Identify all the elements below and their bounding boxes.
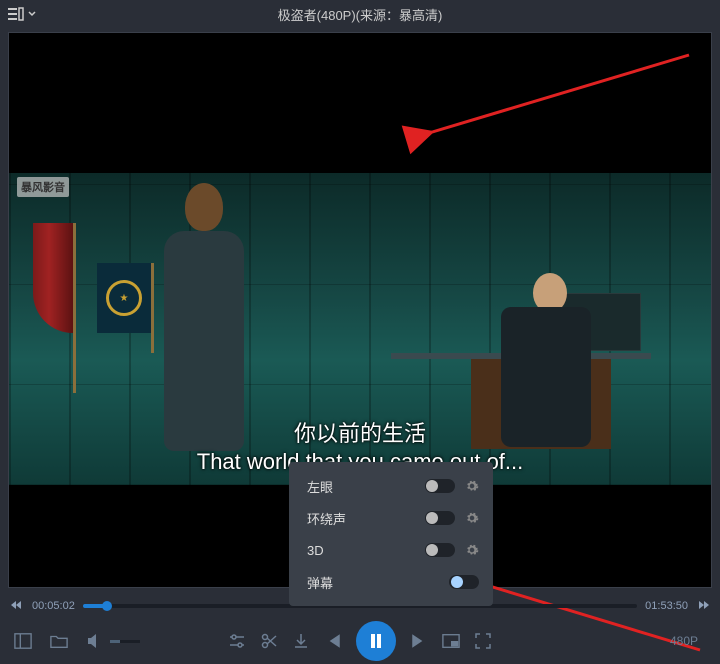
playlist-panel-button[interactable] xyxy=(14,632,32,650)
tune-icon xyxy=(228,632,246,650)
control-bar: 480P xyxy=(0,618,720,664)
volume-track[interactable] xyxy=(110,640,140,643)
popup-label: 弹幕 xyxy=(307,573,355,592)
next-track-button[interactable] xyxy=(410,632,428,650)
time-current: 00:05:02 xyxy=(32,600,75,612)
pip-button[interactable] xyxy=(442,632,460,650)
playlist-button[interactable] xyxy=(8,7,36,21)
toggle-surround[interactable] xyxy=(425,511,455,525)
popup-row-left-eye: 左眼 xyxy=(307,470,479,502)
window-title: 极盗者(480P)(来源：暴高清) xyxy=(278,5,443,24)
subtitle-cn: 你以前的生活 xyxy=(9,420,711,449)
forward-icon xyxy=(698,599,710,611)
gear-icon xyxy=(465,479,479,493)
pause-icon xyxy=(368,633,384,649)
volume-icon xyxy=(86,632,104,650)
gear-surround[interactable] xyxy=(465,511,479,525)
play-pause-button[interactable] xyxy=(356,621,396,661)
seek-back-button[interactable] xyxy=(8,599,24,614)
progress-knob[interactable] xyxy=(102,601,112,611)
popup-row-danmu: 弹幕 xyxy=(307,566,479,598)
scene-flag xyxy=(33,223,79,393)
playlist-icon xyxy=(8,7,24,21)
seek-forward-button[interactable] xyxy=(696,599,712,614)
time-total: 01:53:50 xyxy=(645,600,688,612)
scene-seal-flag: ★ xyxy=(97,263,157,353)
toggle-3d[interactable] xyxy=(425,543,455,557)
toggle-left-eye[interactable] xyxy=(425,479,455,493)
download-icon xyxy=(292,632,310,650)
popup-label: 左眼 xyxy=(307,477,355,496)
snip-button[interactable] xyxy=(260,632,278,650)
quality-selector[interactable]: 480P xyxy=(662,630,706,652)
popup-label: 环绕声 xyxy=(307,509,355,528)
popup-row-surround: 环绕声 xyxy=(307,502,479,534)
volume-control[interactable] xyxy=(86,632,140,650)
gear-icon xyxy=(465,511,479,525)
gear-icon xyxy=(465,543,479,557)
gear-3d[interactable] xyxy=(465,543,479,557)
tune-button[interactable] xyxy=(228,632,246,650)
effects-popup: 左眼 环绕声 3D 弹幕 xyxy=(289,462,493,606)
gear-left-eye[interactable] xyxy=(465,479,479,493)
next-track-icon xyxy=(410,632,428,650)
toggle-danmu[interactable] xyxy=(449,575,479,589)
video-frame: 暴风影音 ★ 你以前的生活 That world that you came o… xyxy=(9,173,711,485)
previous-track-button[interactable] xyxy=(324,632,342,650)
popup-label: 3D xyxy=(307,543,355,558)
chevron-down-icon xyxy=(28,10,36,18)
download-button[interactable] xyxy=(292,632,310,650)
rewind-icon xyxy=(10,599,22,611)
open-file-button[interactable] xyxy=(50,632,68,650)
popup-row-3d: 3D xyxy=(307,534,479,566)
scissors-icon xyxy=(260,632,278,650)
title-bar: 极盗者(480P)(来源：暴高清) xyxy=(0,0,720,28)
panel-icon xyxy=(14,632,32,650)
fullscreen-button[interactable] xyxy=(474,632,492,650)
folder-icon xyxy=(50,632,68,650)
fullscreen-icon xyxy=(474,632,492,650)
prev-track-icon xyxy=(324,632,342,650)
source-watermark: 暴风影音 xyxy=(17,177,69,197)
pip-icon xyxy=(442,632,460,650)
